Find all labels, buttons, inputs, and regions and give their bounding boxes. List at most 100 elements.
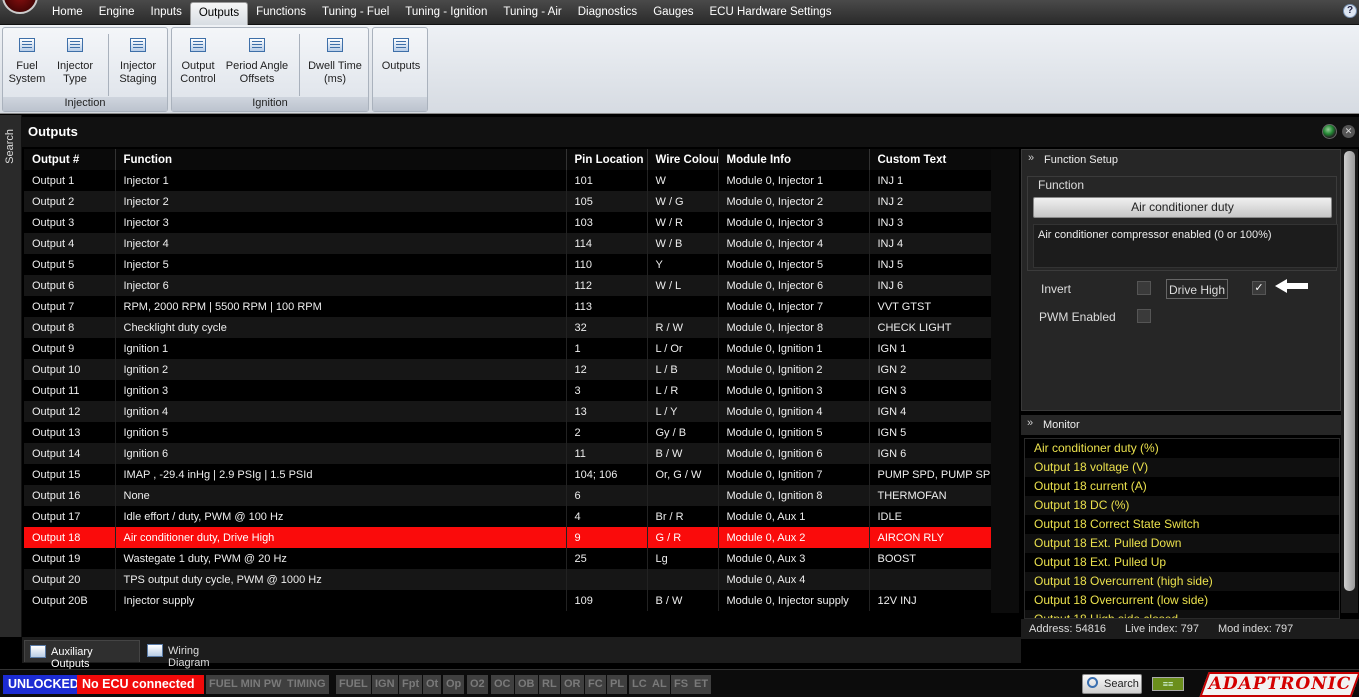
cell-output[interactable]: Output 8 <box>24 317 116 338</box>
cell-module-info[interactable]: Module 0, Aux 4 <box>718 569 870 590</box>
table-row[interactable]: Output 20B Injector supply 109 B / W Module … <box>24 590 992 611</box>
table-row[interactable]: Output 6 Injector 6 112 W / L Module 0, Inje… <box>24 275 992 296</box>
menu-tab-tuning-ignition[interactable]: Tuning - Ignition <box>397 2 495 25</box>
cell-custom-text[interactable]: INJ 1 <box>869 170 992 191</box>
cell-output[interactable]: Output 17 <box>24 506 116 527</box>
column-header-function[interactable]: Function <box>115 149 567 170</box>
right-panel-scrollbar[interactable] <box>1341 149 1358 613</box>
invert-checkbox[interactable] <box>1137 281 1151 295</box>
cell-function[interactable]: Ignition 5 <box>115 422 567 443</box>
cell-module-info[interactable]: Module 0, Aux 2 <box>718 527 870 548</box>
table-row[interactable]: Output 19 Wastegate 1 duty, PWM @ 20 Hz 25… <box>24 548 992 569</box>
cell-wire-colour[interactable]: W / B <box>647 233 719 254</box>
cell-output[interactable]: Output 11 <box>24 380 116 401</box>
cell-pin-location[interactable]: 6 <box>566 485 648 506</box>
column-header-custom-text[interactable]: Custom Text <box>869 149 992 170</box>
cell-output[interactable]: Output 20B <box>24 590 116 611</box>
cell-function[interactable]: Injector 4 <box>115 233 567 254</box>
cell-wire-colour[interactable]: R / W <box>647 317 719 338</box>
cell-function[interactable]: IMAP , -29.4 inHg | 2.9 PSIg | 1.5 PSId <box>115 464 567 485</box>
cell-function[interactable]: Ignition 4 <box>115 401 567 422</box>
cell-custom-text[interactable]: BOOST <box>869 548 992 569</box>
cell-custom-text[interactable]: INJ 4 <box>869 233 992 254</box>
monitor-item[interactable]: Output 18 DC (%) <box>1025 496 1339 515</box>
cell-wire-colour[interactable]: B / W <box>647 443 719 464</box>
monitor-item[interactable]: Output 18 Overcurrent (high side) <box>1025 572 1339 591</box>
menu-tab-ecu-hardware[interactable]: ECU Hardware Settings <box>701 2 839 25</box>
cell-function[interactable]: Injector 6 <box>115 275 567 296</box>
cell-output[interactable]: Output 15 <box>24 464 116 485</box>
cell-wire-colour[interactable] <box>647 296 719 317</box>
menu-tab-outputs[interactable]: Outputs <box>189 2 249 25</box>
cell-custom-text[interactable]: IGN 5 <box>869 422 992 443</box>
cell-output[interactable]: Output 16 <box>24 485 116 506</box>
cell-module-info[interactable]: Module 0, Injector supply <box>718 590 870 611</box>
cell-module-info[interactable]: Module 0, Injector 3 <box>718 212 870 233</box>
table-row[interactable]: Output 4 Injector 4 114 W / B Module 0, Inje… <box>24 233 992 254</box>
cell-pin-location[interactable]: 109 <box>566 590 648 611</box>
monitor-header[interactable]: » Monitor <box>1021 415 1341 435</box>
monitor-item[interactable]: Output 18 current (A) <box>1025 477 1339 496</box>
cell-custom-text[interactable]: IGN 2 <box>869 359 992 380</box>
cell-function[interactable]: Injector 3 <box>115 212 567 233</box>
cell-pin-location[interactable]: 13 <box>566 401 648 422</box>
table-row[interactable]: Output 14 Ignition 6 11 B / W Module 0, Igni… <box>24 443 992 464</box>
cell-wire-colour[interactable]: Or, G / W <box>647 464 719 485</box>
column-header-output[interactable]: Output # <box>24 149 116 170</box>
drive-high-checkbox[interactable]: ✓ <box>1252 281 1266 295</box>
cell-pin-location[interactable]: 113 <box>566 296 648 317</box>
table-row[interactable]: Output 13 Ignition 5 2 Gy / B Module 0, Igni… <box>24 422 992 443</box>
cell-wire-colour[interactable]: W / L <box>647 275 719 296</box>
search-button[interactable]: Search <box>1082 674 1142 694</box>
cell-pin-location[interactable]: 12 <box>566 359 648 380</box>
cell-function[interactable]: Ignition 3 <box>115 380 567 401</box>
cell-function[interactable]: Checklight duty cycle <box>115 317 567 338</box>
table-row[interactable]: Output 15 IMAP , -29.4 inHg | 2.9 PSIg | … <box>24 464 992 485</box>
cell-pin-location[interactable]: 1 <box>566 338 648 359</box>
status-orb-icon[interactable] <box>1322 124 1337 139</box>
side-search-tab[interactable]: Search <box>4 129 16 164</box>
cell-output[interactable]: Output 12 <box>24 401 116 422</box>
cell-pin-location[interactable]: 9 <box>566 527 648 548</box>
cell-module-info[interactable]: Module 0, Injector 6 <box>718 275 870 296</box>
cell-function[interactable]: Ignition 2 <box>115 359 567 380</box>
cell-module-info[interactable]: Module 0, Ignition 8 <box>718 485 870 506</box>
pwm-enabled-checkbox[interactable] <box>1137 309 1151 323</box>
cell-output[interactable]: Output 4 <box>24 233 116 254</box>
menu-tab-inputs[interactable]: Inputs <box>143 2 190 25</box>
cell-wire-colour[interactable]: W / R <box>647 212 719 233</box>
cell-pin-location[interactable]: 4 <box>566 506 648 527</box>
cell-module-info[interactable]: Module 0, Injector 7 <box>718 296 870 317</box>
cell-custom-text[interactable]: CHECK LIGHT <box>869 317 992 338</box>
table-row[interactable]: Output 11 Ignition 33L / R Module 0, Ignit… <box>24 380 992 401</box>
monitor-item[interactable]: Output 18 Correct State Switch <box>1025 515 1339 534</box>
cell-custom-text[interactable]: IGN 3 <box>869 380 992 401</box>
cell-custom-text[interactable]: IGN 4 <box>869 401 992 422</box>
close-icon[interactable]: ✕ <box>1342 125 1355 138</box>
cell-function[interactable]: Ignition 6 <box>115 443 567 464</box>
side-search-strip[interactable]: Search <box>0 115 22 637</box>
output-control-button[interactable]: Output Control <box>176 34 220 86</box>
cell-pin-location[interactable]: 2 <box>566 422 648 443</box>
cell-output[interactable]: Output 18 <box>24 527 116 548</box>
cell-wire-colour[interactable]: L / Or <box>647 338 719 359</box>
cell-pin-location[interactable]: 105 <box>566 191 648 212</box>
menu-tab-tuning-air[interactable]: Tuning - Air <box>495 2 569 25</box>
tab-wiring-diagram[interactable]: Wiring Diagram <box>142 640 246 669</box>
cell-function[interactable]: Injector 5 <box>115 254 567 275</box>
cell-wire-colour[interactable]: B / W <box>647 590 719 611</box>
table-row[interactable]: Output 3 Injector 3 103 W / R Module 0, Inje… <box>24 212 992 233</box>
monitor-item[interactable]: Output 18 Ext. Pulled Down <box>1025 534 1339 553</box>
cell-module-info[interactable]: Module 0, Ignition 3 <box>718 380 870 401</box>
cell-custom-text[interactable]: 12V INJ <box>869 590 992 611</box>
cell-pin-location[interactable] <box>566 569 648 590</box>
cell-pin-location[interactable]: 25 <box>566 548 648 569</box>
cell-pin-location[interactable]: 101 <box>566 170 648 191</box>
cell-custom-text[interactable] <box>869 569 992 590</box>
fuel-system-button[interactable]: Fuel System <box>7 34 47 86</box>
cell-output[interactable]: Output 19 <box>24 548 116 569</box>
cell-custom-text[interactable]: AIRCON RLY <box>869 527 992 548</box>
menu-tab-functions[interactable]: Functions <box>248 2 314 25</box>
cell-pin-location[interactable]: 11 <box>566 443 648 464</box>
tab-auxiliary-outputs[interactable]: Auxiliary Outputs <box>24 640 140 670</box>
